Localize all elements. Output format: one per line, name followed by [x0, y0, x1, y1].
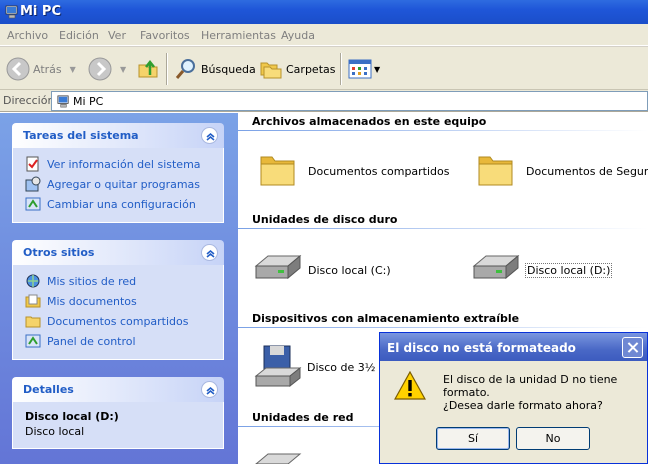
task-change-setting[interactable]: Cambiar una configuración	[13, 194, 223, 214]
no-button[interactable]: No	[516, 427, 590, 450]
views-icon	[348, 59, 372, 79]
collapse-chevron-icon[interactable]	[201, 127, 218, 144]
item-label: Disco local (C:)	[308, 264, 391, 277]
floppy-drive-item[interactable]: Disco de 3½ (A	[254, 344, 394, 388]
title-bar: Mi PC	[0, 0, 648, 24]
system-tasks-body: Ver información del sistema Agregar o qu…	[12, 148, 224, 223]
task-label: Ver información del sistema	[47, 158, 201, 171]
toolbar: Atrás ▼ ▼ Búsqueda Carpetas ▼	[0, 46, 648, 90]
my-computer-icon	[5, 5, 18, 19]
control-panel-icon	[25, 197, 41, 211]
task-system-info[interactable]: Ver información del sistema	[13, 154, 223, 174]
back-button[interactable]: Atrás ▼	[6, 55, 76, 83]
place-label: Panel de control	[47, 335, 136, 348]
task-label: Cambiar una configuración	[47, 198, 196, 211]
network-drive-item[interactable]	[254, 446, 314, 464]
warning-icon	[394, 371, 426, 400]
menu-archivo[interactable]: Archivo	[7, 29, 48, 42]
my-computer-icon	[57, 95, 69, 108]
menu-edicion[interactable]: Edición	[59, 29, 99, 42]
task-label: Agregar o quitar programas	[47, 178, 201, 191]
views-button[interactable]: ▼	[348, 55, 380, 83]
my-documents-icon	[25, 294, 41, 308]
menu-ayuda[interactable]: Ayuda	[281, 29, 315, 42]
place-shared-documents[interactable]: Documentos compartidos	[13, 311, 223, 331]
hard-drive-icon	[472, 254, 520, 280]
back-dropdown-icon[interactable]: ▼	[70, 65, 76, 74]
hard-drive-icon	[254, 254, 302, 280]
place-label: Mis documentos	[47, 295, 137, 308]
dialog-title-bar[interactable]: El disco no está formateado	[380, 333, 647, 361]
group-network-drives: Unidades de red	[252, 411, 354, 424]
yes-button[interactable]: Sí	[436, 427, 510, 450]
address-bar: Dirección Mi PC	[0, 90, 648, 112]
network-drive-icon	[255, 453, 302, 464]
folders-button[interactable]: Carpetas	[259, 55, 335, 83]
back-arrow-icon	[6, 57, 30, 81]
item-label: Documentos de Segundo	[526, 165, 648, 178]
address-value: Mi PC	[73, 95, 104, 108]
back-label: Atrás	[33, 62, 62, 76]
dialog-title: El disco no está formateado	[387, 341, 576, 355]
group-stored-files: Archivos almacenados en este equipo	[252, 115, 487, 128]
address-label: Dirección	[3, 94, 55, 107]
other-places-body: Mis sitios de red Mis documentos Documen…	[12, 265, 224, 360]
format-dialog: El disco no está formateado El disco de …	[379, 332, 648, 464]
system-info-icon	[26, 156, 39, 172]
forward-dropdown-icon[interactable]: ▼	[120, 65, 126, 74]
place-label: Documentos compartidos	[47, 315, 189, 328]
folder-icon	[478, 156, 513, 186]
collapse-chevron-icon[interactable]	[201, 244, 218, 261]
other-places-title: Otros sitios	[23, 246, 95, 259]
other-places-header[interactable]: Otros sitios	[12, 240, 224, 265]
up-folder-button[interactable]	[137, 55, 161, 83]
menu-ver[interactable]: Ver	[108, 29, 126, 42]
group-hard-drives: Unidades de disco duro	[252, 213, 398, 226]
item-label: Disco local (D:)	[525, 263, 613, 278]
folder-icon	[260, 156, 295, 186]
details-name: Disco local (D:)	[25, 410, 119, 423]
other-places-panel: Otros sitios Mis sitios de red Mis docum…	[12, 240, 224, 360]
item-label: Documentos compartidos	[308, 165, 450, 178]
close-icon[interactable]	[622, 337, 643, 358]
details-panel: Detalles Disco local (D:) Disco local	[12, 377, 224, 449]
window-title: Mi PC	[20, 4, 61, 19]
folders-icon	[260, 62, 282, 79]
search-icon	[175, 59, 195, 79]
floppy-drive-icon	[254, 345, 302, 388]
menu-bar: Archivo Edición Ver Favoritos Herramient…	[0, 24, 648, 46]
shared-folder-icon	[25, 316, 41, 328]
collapse-chevron-icon[interactable]	[201, 381, 218, 398]
address-input[interactable]: Mi PC	[51, 91, 648, 111]
task-pane: Tareas del sistema Ver información del s…	[0, 113, 238, 464]
search-button[interactable]: Búsqueda	[174, 55, 256, 83]
menu-favoritos[interactable]: Favoritos	[140, 29, 190, 42]
forward-button[interactable]: ▼	[88, 55, 126, 83]
system-tasks-panel: Tareas del sistema Ver información del s…	[12, 123, 224, 223]
folders-label: Carpetas	[286, 62, 336, 76]
menu-herramientas[interactable]: Herramientas	[201, 29, 276, 42]
place-network[interactable]: Mis sitios de red	[13, 271, 223, 291]
place-control-panel[interactable]: Panel de control	[13, 331, 223, 351]
dialog-message: El disco de la unidad D no tiene formato…	[443, 373, 618, 399]
system-tasks-header[interactable]: Tareas del sistema	[12, 123, 224, 148]
up-folder-icon	[138, 59, 158, 78]
search-label: Búsqueda	[201, 62, 256, 76]
views-dropdown-icon[interactable]: ▼	[374, 65, 380, 74]
forward-arrow-icon	[88, 57, 112, 81]
details-title: Detalles	[23, 383, 74, 396]
details-body: Disco local (D:) Disco local	[12, 402, 224, 449]
place-my-documents[interactable]: Mis documentos	[13, 291, 223, 311]
details-header[interactable]: Detalles	[12, 377, 224, 402]
group-removable: Dispositivos con almacenamiento extraíbl…	[252, 312, 520, 325]
details-type: Disco local	[25, 425, 85, 438]
place-label: Mis sitios de red	[47, 275, 137, 288]
control-panel-icon	[25, 334, 41, 348]
system-tasks-title: Tareas del sistema	[23, 129, 139, 142]
add-remove-programs-icon	[25, 176, 41, 192]
task-add-remove-programs[interactable]: Agregar o quitar programas	[13, 174, 223, 194]
dialog-question: ¿Desea darle formato ahora?	[443, 399, 603, 412]
network-places-icon	[26, 274, 40, 288]
